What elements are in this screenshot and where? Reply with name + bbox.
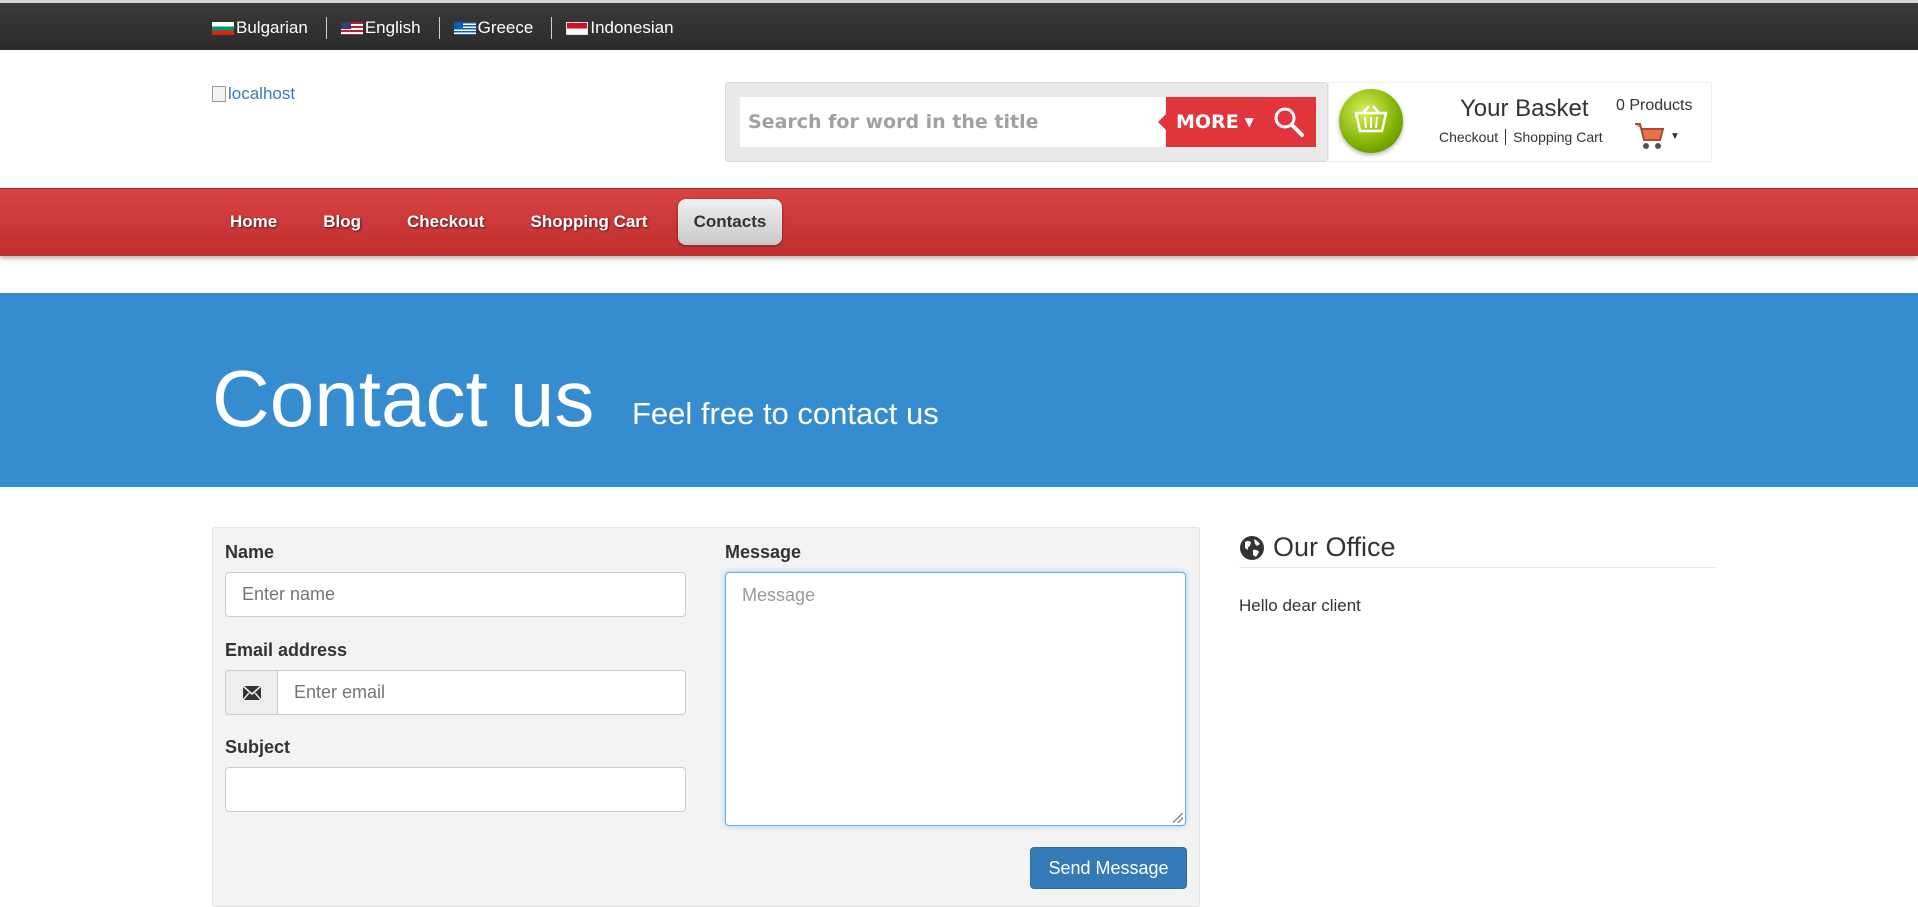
email-addon: [225, 670, 278, 715]
main-navbar: Home Blog Checkout Shopping Cart Contact…: [0, 188, 1918, 256]
name-label: Name: [225, 542, 275, 562]
greece-flag-icon: [453, 21, 476, 35]
search-icon[interactable]: [1272, 105, 1306, 139]
lang-label: Bulgarian: [236, 18, 308, 37]
lang-label: English: [364, 18, 421, 37]
search-box: MORE ▼: [725, 82, 1328, 162]
nav-item-home[interactable]: Home: [214, 199, 293, 245]
nav-item-shopping-cart[interactable]: Shopping Cart: [514, 199, 663, 245]
nav-menu: Home Blog Checkout Shopping Cart Contact…: [214, 199, 796, 245]
site-logo[interactable]: localhost: [212, 84, 295, 104]
page-banner: Contact us Feel free to contact us: [0, 293, 1918, 487]
lang-greece[interactable]: Greece: [453, 18, 534, 38]
page-subtitle: Feel free to contact us: [632, 396, 939, 431]
office-heading: Our Office: [1239, 528, 1715, 568]
name-input[interactable]: [225, 572, 686, 617]
basket-title: Your Basket: [1460, 95, 1589, 122]
language-bar: Bulgarian English Greece Indonesian: [0, 0, 1918, 50]
office-text: Hello dear client: [1239, 596, 1361, 615]
lang-indonesian[interactable]: Indonesian: [566, 18, 674, 38]
search-input[interactable]: [740, 97, 1165, 147]
bulgaria-flag-icon: [212, 21, 234, 35]
divider: [325, 17, 327, 39]
more-search-button[interactable]: MORE ▼: [1158, 97, 1316, 147]
broken-image-icon: [212, 86, 226, 102]
office-title: Our Office: [1273, 532, 1396, 562]
resize-handle[interactable]: [1173, 813, 1183, 823]
basket-checkout-link[interactable]: Checkout: [1439, 129, 1498, 145]
page-title: Contact us: [212, 354, 595, 443]
divider: [438, 17, 440, 39]
nav-item-checkout[interactable]: Checkout: [391, 199, 500, 245]
subject-input[interactable]: [225, 767, 686, 812]
caret-down-icon: ▼: [1670, 130, 1680, 142]
nav-item-blog[interactable]: Blog: [307, 199, 377, 245]
cart-dropdown[interactable]: ▼: [1634, 121, 1680, 151]
lang-bulgarian[interactable]: Bulgarian: [212, 18, 308, 38]
message-placeholder: Message: [742, 585, 816, 605]
usa-flag-icon: [340, 21, 363, 35]
envelope-icon: [241, 684, 262, 700]
shopping-cart-icon: [1635, 123, 1665, 149]
email-label: Email address: [225, 640, 348, 660]
caret-down-icon: ▼: [1244, 115, 1254, 129]
subject-label: Subject: [225, 737, 291, 757]
divider: [1505, 129, 1507, 145]
message-label: Message: [725, 542, 802, 562]
message-textarea[interactable]: Message: [725, 572, 1186, 826]
more-label: MORE: [1176, 111, 1239, 133]
basket-shopping-cart-link[interactable]: Shopping Cart: [1513, 129, 1603, 145]
products-count: 0 Products: [1616, 97, 1693, 114]
language-list: Bulgarian English Greece Indonesian: [212, 17, 674, 39]
indonesia-flag-icon: [566, 21, 589, 35]
divider: [551, 17, 553, 39]
lang-label: Greece: [477, 18, 534, 37]
nav-item-contacts[interactable]: Contacts: [677, 199, 783, 245]
globe-icon: [1240, 535, 1264, 560]
logo-alt-text: localhost: [228, 84, 296, 103]
basket-widget: Your Basket Checkout Shopping Cart 0 Pro…: [1328, 82, 1712, 162]
send-message-button[interactable]: Send Message: [1030, 847, 1187, 889]
basket-links: Checkout Shopping Cart: [1439, 129, 1603, 145]
email-input[interactable]: [277, 670, 686, 715]
lang-label: Indonesian: [590, 18, 674, 37]
basket-icon[interactable]: [1339, 89, 1403, 153]
lang-english[interactable]: English: [340, 18, 421, 38]
